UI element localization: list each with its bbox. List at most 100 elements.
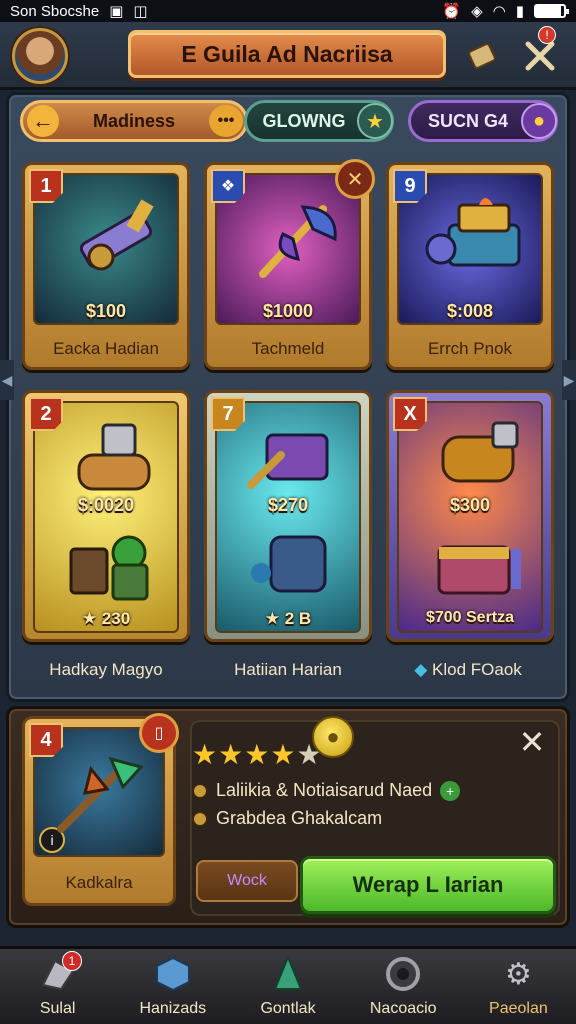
attribute-icon: [192, 810, 208, 827]
card-label: ◆ Klod FOaok: [414, 660, 522, 679]
armor-icon: [251, 535, 327, 593]
gear-icon: ⚙: [504, 957, 532, 991]
card-price: $:0020: [77, 495, 135, 515]
bookmark-icon: ▯: [139, 713, 179, 753]
chest-icon: [437, 545, 521, 595]
page-title: E Guila Ad Nacriisa: [128, 30, 446, 78]
bottom-nav: 1 Sulal Hanizads Gontlak Nacoacio ⚙ Paeo…: [0, 946, 576, 1024]
star-icon: ★: [244, 739, 271, 770]
tab-growing[interactable]: GLOWNG ★: [244, 100, 394, 142]
barrel-icon: [441, 421, 519, 483]
gem-icon: ◆: [414, 660, 428, 679]
rating-stars: ★★★★★: [192, 738, 323, 771]
battery-icon: [534, 4, 569, 18]
card-rank-badge: 2: [29, 397, 63, 431]
card-price: $100: [85, 301, 127, 321]
cube-icon: [153, 954, 193, 994]
item-card[interactable]: X $300 $700 Sertza: [386, 390, 554, 642]
tab-madness-label: Madiness: [92, 110, 176, 131]
star-icon: ★: [192, 739, 219, 770]
nav-item-gontlak[interactable]: Gontlak: [230, 949, 345, 1024]
card-sub-price: $700 Sertza: [425, 609, 515, 626]
item-card[interactable]: ❖ ✕ $1000 Tachmeld: [204, 159, 375, 370]
plus-icon[interactable]: +: [440, 780, 461, 801]
cross-badge-icon: ✕: [335, 159, 375, 199]
card-label: Hadkay Magyo: [49, 660, 163, 679]
card-price: $:008: [446, 301, 494, 321]
star-icon: ★: [218, 739, 245, 770]
nav-label: Paeolan: [489, 1000, 548, 1017]
item-card[interactable]: 7 $270 ★ 2 B: [204, 390, 372, 642]
scroll-left-icon[interactable]: ◀: [0, 360, 14, 400]
close-icon[interactable]: ✕: [514, 724, 550, 760]
star-icon: ★: [264, 609, 281, 628]
star-icon: ★: [81, 609, 98, 628]
tab-growing-label: GLOWNG: [262, 110, 346, 131]
card-rank-badge: 1: [29, 169, 63, 203]
nav-label: Hanizads: [139, 1000, 207, 1017]
card-price: $300: [449, 495, 491, 515]
status-bar: Son Sbocshe ▣ ◫ ⏰ ◈ ◠ ▮: [0, 0, 576, 22]
cannon-icon: [79, 199, 154, 271]
anvil-icon: [247, 433, 329, 489]
nav-item-nacoacio[interactable]: Nacoacio: [346, 949, 461, 1024]
scroll-right-icon[interactable]: ▶: [562, 360, 576, 400]
tab-season[interactable]: SUCN G4 ●: [408, 100, 558, 142]
item-card[interactable]: 2 $:0020 ★ 230: [22, 390, 190, 642]
signal-icon: ▮: [515, 3, 524, 20]
primary-action-button[interactable]: Werap L Iarian: [300, 856, 556, 914]
alert-badge-icon: !: [538, 26, 556, 44]
selected-item-name: Kadkalra: [65, 873, 133, 892]
location-icon: ◈: [471, 3, 483, 20]
log-icon: [77, 423, 151, 491]
card-name: Eacka Hadian: [53, 339, 159, 358]
more-icon[interactable]: •••: [209, 105, 243, 137]
card-price: $270: [267, 495, 309, 515]
stat-line-2: Grabdea Ghakalcam: [192, 808, 382, 829]
crystal-icon: [268, 954, 308, 994]
stat-line-1: Laliikia & Notiaisarud Naed +: [192, 780, 461, 801]
card-rank-badge: ❖: [211, 169, 245, 203]
goblin-icon: [69, 535, 149, 601]
signal-small-icon: ◫: [133, 3, 148, 20]
coin-icon: ●: [521, 103, 557, 139]
nav-item-paeolan[interactable]: ⚙ Paeolan: [461, 949, 576, 1024]
card-sub-price: ★ 2 B: [264, 609, 312, 628]
treasure-icon: [425, 198, 521, 267]
card-sub-price: ★ 230: [81, 609, 131, 628]
back-arrow-icon[interactable]: ←: [27, 105, 59, 137]
selected-item-card[interactable]: 4 ▯ i Kadkalra: [22, 713, 179, 906]
alarm-icon: ⏰: [442, 3, 462, 20]
secondary-button[interactable]: Wock: [196, 860, 298, 902]
attribute-icon: [192, 782, 208, 799]
notification-icon: ▣: [109, 3, 124, 20]
card-rank-badge: X: [393, 397, 427, 431]
star-icon: ★: [270, 739, 297, 770]
scroll-icon[interactable]: [462, 36, 502, 76]
nav-label: Nacoacio: [369, 1000, 437, 1017]
nav-label: Sulal: [39, 1000, 76, 1017]
card-name: Errch Pnok: [427, 339, 513, 358]
item-card[interactable]: 9 $:008 Errch Pnok: [386, 162, 554, 370]
header: E Guila Ad Nacriisa !: [0, 22, 576, 90]
carrier-text: Son Sbocshe: [10, 2, 100, 20]
nav-item-sulal[interactable]: 1 Sulal: [0, 949, 115, 1024]
player-avatar[interactable]: [12, 28, 68, 84]
staff-icon: [57, 756, 144, 833]
card-price: $1000: [262, 301, 314, 321]
card-name: Tachmeld: [251, 339, 325, 358]
swords-icon[interactable]: !: [520, 26, 560, 76]
nav-item-hanizads[interactable]: Hanizads: [115, 949, 230, 1024]
coin-button-icon[interactable]: ●: [312, 716, 354, 758]
nav-label: Gontlak: [260, 1000, 316, 1017]
card-rank-badge: 9: [393, 169, 427, 203]
card-label: Hatiian Harian: [234, 660, 342, 679]
tab-season-label: SUCN G4: [427, 110, 508, 131]
item-card[interactable]: 1 $100 Eacka Hadian: [22, 162, 190, 370]
axe-icon: [259, 205, 337, 278]
card-rank-badge: 7: [211, 397, 245, 431]
ring-icon: [383, 954, 423, 994]
tab-madness[interactable]: ← Madiness •••: [20, 100, 248, 142]
notification-badge: 1: [62, 951, 82, 971]
wifi-icon: ◠: [492, 3, 506, 20]
